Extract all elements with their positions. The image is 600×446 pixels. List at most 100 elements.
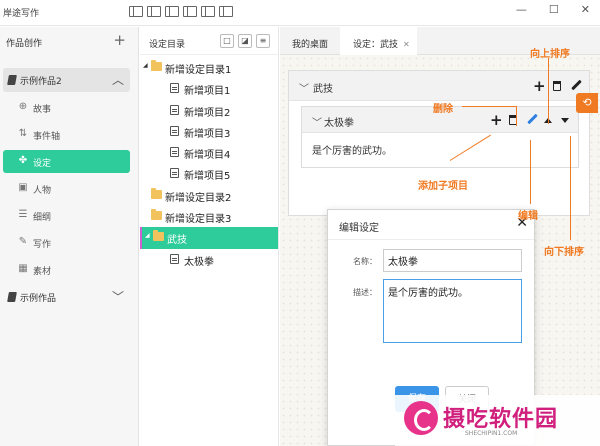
edit-icon[interactable] [571,79,582,91]
id-card-icon: ▣ [18,182,28,193]
name-label: 名称： [353,257,377,266]
help-icon[interactable] [201,6,215,17]
watermark-url: SHECHIPIN1.COM [465,430,518,437]
tree-node-label: 新增项目1 [184,86,231,98]
nav-item-settings[interactable]: ✤ 设定 [3,150,130,173]
chevron-up-icon[interactable]: ︿ [112,71,124,88]
close-tab-icon[interactable]: ✕ [403,40,410,49]
layout-1-icon[interactable] [129,6,143,17]
nav-item-outline[interactable]: ☰ 细纲 [3,204,130,227]
nav-item-label: 故事 [33,105,52,115]
tab-setting[interactable]: 设定：武技 ✕ [340,27,417,55]
nav-item-label: 细纲 [33,213,52,223]
tree-node-label: 新增项目5 [184,171,231,183]
new-folder-button[interactable]: □ [220,34,234,48]
nav-item-characters[interactable]: ▣ 人物 [3,177,130,200]
folder-icon [151,209,162,221]
settings-icon: ✤ [18,155,28,166]
chevron-down-icon[interactable]: ﹀ [112,288,124,305]
dialog-header: 编辑设定 ✕ [328,210,534,240]
tab-desktop[interactable]: 我的桌面 [280,27,340,55]
sidebar-header: 作品创作 + [0,27,138,55]
nav-item-story[interactable]: ⊕ 故事 [3,96,130,119]
document-icon [170,168,179,179]
nav-item-materials[interactable]: ▦ 素材 [3,258,130,281]
nav-item-timeline[interactable]: ⇅ 事件轴 [3,123,130,146]
layout-2-icon[interactable] [147,6,161,17]
tab-label: 设定：武技 [353,40,399,50]
add-icon[interactable]: + [533,79,546,94]
work-item[interactable]: 示例作品 ﹀ [3,285,130,309]
annotation-delete: 删除 [433,104,453,115]
book-icon [7,292,17,302]
tree-node-label: 新增设定目录2 [165,192,232,204]
tree-item[interactable]: 新增项目5 [140,163,278,184]
tree-node-label: 新增项目4 [184,150,231,162]
annotation-line [530,140,531,204]
add-work-button[interactable]: + [113,31,126,49]
category-card-header: ﹀ 武技 + [289,71,589,101]
work-title: 示例作品2 [20,77,62,87]
edit-icon[interactable] [527,113,538,125]
tree-folder[interactable]: 新增设定目录3 [140,206,278,227]
document-icon [170,83,179,94]
document-icon [170,104,179,115]
tree-item[interactable]: 新增项目1 [140,78,278,99]
annotation-line [548,58,549,124]
tree-node-label: 新增设定目录1 [165,65,232,76]
image-icon: ▦ [18,263,28,274]
expand-icon[interactable]: ◢ [145,232,150,239]
name-field[interactable] [383,249,522,272]
window-controls: — ☐ ✕ [516,3,590,16]
annotation-move-down: 向下排序 [544,247,584,258]
settings-tree: ◢ 新增设定目录1 新增项目1 新增项目2 新增项目3 新增项目4 新增项目5 新增设定目录2… [140,55,278,270]
sidebar-title: 作品创作 [6,39,43,49]
nav-item-label: 写作 [33,240,52,250]
maximize-button[interactable]: ☐ [549,3,559,16]
work-item-active[interactable]: 示例作品2 ︿ [3,68,130,92]
expand-icon[interactable]: ◢ [143,62,148,69]
tree-node-label: 新增设定目录3 [165,214,232,226]
nav-item-label: 事件轴 [33,132,61,142]
annotation-line [462,106,517,107]
toolbar [129,6,233,17]
description-field[interactable]: 是个厉害的武功。 [383,279,522,343]
nav-item-writing[interactable]: ✎ 写作 [3,231,130,254]
document-icon [170,147,179,158]
tree-item[interactable]: 太极拳 [140,249,278,270]
tree-node-label: 太极拳 [184,256,214,268]
work-nav: ⊕ 故事 ⇅ 事件轴 ✤ 设定 ▣ 人物 ☰ 细纲 ✎ 写作 ▦ 素材 [0,96,138,281]
chevron-down-icon[interactable]: ﹀ [299,80,309,95]
monitor-icon[interactable] [219,6,233,17]
layout-4-icon[interactable] [183,6,197,17]
minimize-button[interactable]: — [516,3,527,16]
tree-folder[interactable]: ◢ 新增设定目录1 [140,57,278,78]
nav-item-label: 设定 [33,159,52,169]
chevron-down-icon[interactable]: ﹀ [312,114,322,129]
trash-icon[interactable] [553,81,561,91]
tree-node-label: 新增项目2 [184,107,231,119]
annotation-line [570,136,571,240]
document-icon [170,125,179,136]
folder-icon [151,187,162,199]
tree-item[interactable]: 新增项目2 [140,100,278,121]
tree-header: 设定目录 □ ◪ ≡ [140,27,278,55]
pen-icon: ✎ [18,236,28,247]
watermark: 摄吃软件园 SHECHIPIN1.COM [395,395,600,446]
app-title: 岸途写作 [3,9,40,19]
tree-item[interactable]: 新增项目3 [140,121,278,142]
works-sidebar: 作品创作 + 示例作品2 ︿ ⊕ 故事 ⇅ 事件轴 ✤ 设定 ▣ 人物 ☰ 细纲… [0,27,139,446]
annotation-add-child: 添加子项目 [418,181,468,192]
tree-folder[interactable]: 新增设定目录2 [140,185,278,206]
menu-button[interactable]: ≡ [256,34,270,48]
add-child-icon[interactable]: + [490,113,503,128]
compass-icon: ⊕ [18,101,28,112]
tree-folder[interactable]: ◢ 武技 [140,227,278,249]
tab-label: 我的桌面 [292,40,329,50]
tree-item[interactable]: 新增项目4 [140,142,278,163]
move-down-icon[interactable] [561,118,569,123]
refresh-button[interactable]: ⟲ [576,93,598,113]
layout-3-icon[interactable] [165,6,179,17]
new-item-button[interactable]: ◪ [238,34,252,48]
close-window-button[interactable]: ✕ [581,3,590,16]
